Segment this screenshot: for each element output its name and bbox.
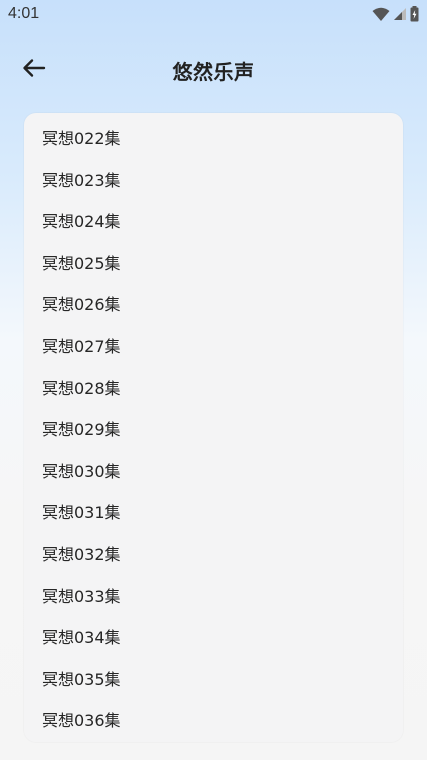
episode-list-card: 冥想022集 冥想023集 冥想024集 冥想025集 冥想026集 冥想027… [24,113,403,742]
episode-item[interactable]: 冥想031集 [24,492,403,534]
episode-item[interactable]: 冥想029集 [24,409,403,451]
episode-item[interactable]: 冥想035集 [24,659,403,701]
status-bar: 4:01 [0,0,427,32]
episode-item[interactable]: 冥想030集 [24,451,403,493]
status-time: 4:01 [8,5,40,22]
cellular-signal-icon [394,8,406,20]
episode-item[interactable]: 冥想034集 [24,617,403,659]
episode-item[interactable]: 冥想036集 [24,700,403,742]
episode-item[interactable]: 冥想025集 [24,243,403,285]
episode-item[interactable]: 冥想023集 [24,160,403,202]
episode-item[interactable]: 冥想022集 [24,118,403,160]
episode-item[interactable]: 冥想032集 [24,534,403,576]
status-icons [372,6,419,22]
episode-list: 冥想022集 冥想023集 冥想024集 冥想025集 冥想026集 冥想027… [24,113,403,742]
header: 悠然乐声 [0,44,427,92]
battery-charging-icon [410,6,419,22]
page-title: 悠然乐声 [172,60,255,84]
episode-item[interactable]: 冥想027集 [24,326,403,368]
episode-item[interactable]: 冥想028集 [24,368,403,410]
episode-item[interactable]: 冥想026集 [24,284,403,326]
wifi-icon [372,7,390,21]
episode-item[interactable]: 冥想033集 [24,576,403,618]
episode-item[interactable]: 冥想024集 [24,201,403,243]
